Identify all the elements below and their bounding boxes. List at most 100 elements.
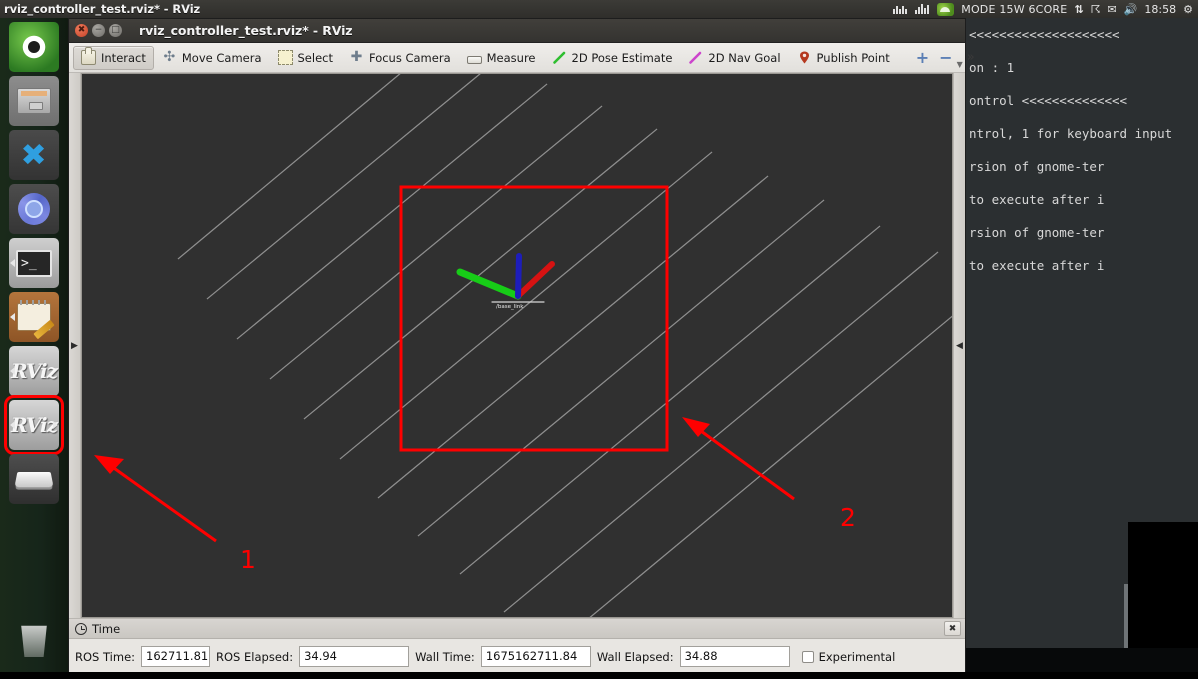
minimize-icon[interactable]: − xyxy=(92,24,105,37)
launcher-item-disk[interactable] xyxy=(9,454,59,504)
close-icon[interactable]: ✖ xyxy=(944,621,961,636)
publish-point-icon xyxy=(797,50,812,65)
checkbox-box xyxy=(801,650,814,663)
network-updown-icon[interactable]: ⇅ xyxy=(1074,3,1083,16)
toolbar-overflow-button[interactable]: » xyxy=(963,50,979,65)
time-panel-header: Time ✖ xyxy=(69,619,965,639)
rviz-window-title: rviz_controller_test.rviz* - RViz xyxy=(139,23,353,38)
tool-interact[interactable]: Interact xyxy=(73,45,154,70)
launcher-item-ubuntu-dash[interactable] xyxy=(9,22,59,72)
tool-label: 2D Pose Estimate xyxy=(571,50,673,65)
power-mode-label[interactable]: MODE 15W 6CORE xyxy=(961,3,1067,16)
ubuntu-icon xyxy=(19,32,49,62)
rviz-titlebar[interactable]: ✖ − □ rviz_controller_test.rviz* - RViz xyxy=(69,19,965,43)
tool-label: Interact xyxy=(101,50,146,65)
rviz-icon: RViz xyxy=(10,413,58,437)
remove-tool-button[interactable]: − xyxy=(935,48,956,67)
file-manager-icon xyxy=(17,88,51,114)
tool-label: 2D Nav Goal xyxy=(708,50,781,65)
terminal-line: <<<<<<<<<<<<<<<<<<<< xyxy=(969,27,1120,42)
terminal-scrollbar[interactable] xyxy=(1124,584,1128,648)
volume-icon[interactable]: 🔊 xyxy=(1124,3,1138,16)
system-tray: MODE 15W 6CORE ⇅ ☈ ✉ 🔊 18:58 ⚙ xyxy=(893,2,1198,16)
time-panel-title: Time xyxy=(92,621,121,636)
experimental-checkbox[interactable]: Experimental xyxy=(801,649,896,664)
tool-2d-nav-goal[interactable]: 2D Nav Goal xyxy=(680,46,788,70)
measure-icon xyxy=(466,55,482,64)
chromium-icon xyxy=(18,193,50,225)
tool-label: Measure xyxy=(486,50,536,65)
rviz-window: ✖ − □ rviz_controller_test.rviz* - RViz … xyxy=(68,18,975,679)
ros-time-input[interactable]: 162711.81 xyxy=(141,646,211,667)
launcher-item-files[interactable] xyxy=(9,76,59,126)
terminal-line: ontrol <<<<<<<<<<<<<< xyxy=(969,93,1128,108)
screen: rviz_controller_test.rviz* - RViz MODE 1… xyxy=(0,0,1198,679)
terminal-line: ntrol, 1 for keyboard input xyxy=(969,126,1173,141)
right-panel-collapsed-handle[interactable]: ◀ xyxy=(953,73,965,618)
ros-elapsed-label: ROS Elapsed: xyxy=(216,649,294,664)
tool-move-camera[interactable]: ✣ Move Camera xyxy=(154,46,270,70)
tool-label: Focus Camera xyxy=(368,50,451,65)
rviz-toolbar: Interact ✣ Move Camera Select ✚ Focus Ca… xyxy=(69,43,975,73)
launcher-item-text-editor[interactable] xyxy=(9,292,59,342)
tool-measure[interactable]: Measure xyxy=(459,46,544,70)
callout-rect-2 xyxy=(399,185,669,452)
desktop-background xyxy=(0,672,1198,679)
chevron-right-icon: ▶ xyxy=(71,340,78,351)
callout-label-2: 2 xyxy=(840,503,856,532)
tool-select[interactable]: Select xyxy=(270,46,341,70)
launcher-item-rviz-1[interactable]: RViz xyxy=(9,346,59,396)
left-panel-collapsed-handle[interactable]: ▶ xyxy=(69,73,81,618)
clock-label[interactable]: 18:58 xyxy=(1144,3,1176,16)
close-icon[interactable]: ✖ xyxy=(75,24,88,37)
wall-elapsed-input[interactable]: 34.88 xyxy=(679,646,790,667)
launcher-pip-left xyxy=(10,367,15,375)
clock-icon xyxy=(75,622,87,635)
nav-goal-icon xyxy=(688,50,703,65)
vscode-icon: ✖ xyxy=(20,137,48,173)
system-load-indicator-icon[interactable] xyxy=(915,3,930,15)
bluetooth-icon[interactable]: ☈ xyxy=(1091,3,1101,16)
launcher-pip-right xyxy=(53,421,58,429)
gear-icon[interactable]: ⚙ xyxy=(1183,3,1193,16)
unity-top-panel: rviz_controller_test.rviz* - RViz MODE 1… xyxy=(0,0,1198,18)
launcher-item-terminal[interactable]: >_ xyxy=(9,238,59,288)
tool-2d-pose-estimate[interactable]: 2D Pose Estimate xyxy=(544,46,681,70)
wall-time-label: Wall Time: xyxy=(415,649,475,664)
launcher-item-chromium[interactable] xyxy=(9,184,59,234)
terminal-line: on : 1 xyxy=(969,60,1015,75)
launcher-item-vscode[interactable]: ✖ xyxy=(9,130,59,180)
wall-time-input[interactable]: 1675162711.84 xyxy=(480,646,591,667)
experimental-label: Experimental xyxy=(818,649,896,664)
maximize-icon[interactable]: □ xyxy=(109,24,122,37)
keyboard-icon[interactable] xyxy=(893,3,908,15)
tool-focus-camera[interactable]: ✚ Focus Camera xyxy=(341,46,459,70)
unity-launcher: ✖ >_ RViz RViz xyxy=(0,18,68,679)
launcher-pip-left xyxy=(10,259,15,267)
ros-time-label: ROS Time: xyxy=(75,649,136,664)
launcher-item-trash[interactable] xyxy=(9,615,59,665)
terminal-line: to execute after i xyxy=(969,258,1105,273)
nvidia-icon[interactable] xyxy=(937,2,955,16)
trash-icon xyxy=(21,625,47,657)
rviz-3d-viewport[interactable]: /base_link 2 xyxy=(81,73,953,618)
terminal-line: rsion of gnome-ter xyxy=(969,225,1105,240)
annotation-overlay: 2 xyxy=(399,185,856,532)
launcher-pip-left xyxy=(10,421,15,429)
callout-arrow-2 xyxy=(689,421,795,501)
ros-elapsed-input[interactable]: 34.94 xyxy=(299,646,410,667)
mail-icon[interactable]: ✉ xyxy=(1108,3,1117,16)
pose-estimate-icon xyxy=(552,50,567,65)
interact-icon xyxy=(81,47,96,65)
focus-camera-icon: ✚ xyxy=(350,49,363,65)
terminal-line: to execute after i xyxy=(969,192,1105,207)
rviz-icon: RViz xyxy=(10,359,58,383)
wall-elapsed-label: Wall Elapsed: xyxy=(596,649,674,664)
add-tool-button[interactable]: + xyxy=(910,48,935,67)
chevron-left-icon: ◀ xyxy=(956,340,963,351)
tool-publish-point[interactable]: Publish Point xyxy=(789,46,898,70)
drive-icon xyxy=(14,471,54,488)
launcher-pip-left xyxy=(10,313,15,321)
terminal-icon: >_ xyxy=(16,249,52,277)
launcher-item-rviz-2[interactable]: RViz xyxy=(4,395,64,455)
